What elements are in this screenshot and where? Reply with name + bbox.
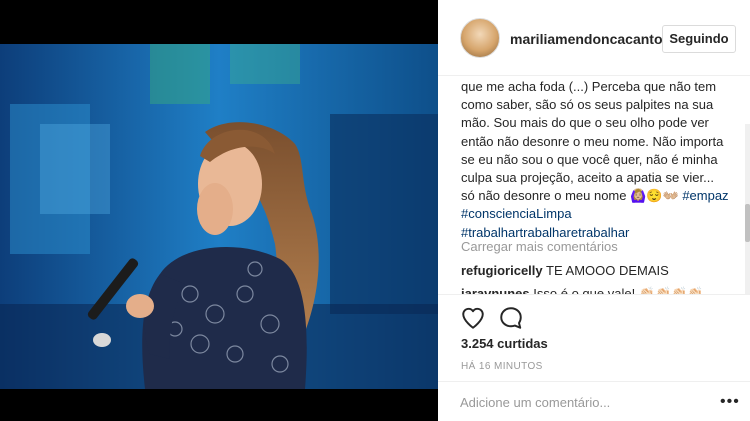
post-photo[interactable] <box>0 44 438 389</box>
post-details-panel: mariliamendoncacanto Seguindo que me ach… <box>438 0 750 421</box>
hashtag-trabalhar[interactable]: #trabalhartrabalharetrabalhar <box>461 225 629 240</box>
scrollbar-thumb[interactable] <box>745 204 750 242</box>
comment-text: Isso é o que vale! 👏🏻👏🏻👏🏻👏🏻 <box>533 286 704 294</box>
heart-icon[interactable] <box>460 305 486 331</box>
likes-count[interactable]: 3.254 curtidas <box>461 336 548 351</box>
avatar[interactable] <box>460 18 500 58</box>
photo-panel <box>0 0 438 421</box>
username[interactable]: mariliamendoncacanto <box>510 31 662 47</box>
post-actions <box>438 294 750 340</box>
comment-text: TE AMOOO DEMAIS <box>546 263 669 278</box>
add-comment-bar: ••• <box>438 381 750 421</box>
singer-photo-illustration <box>0 44 438 389</box>
hashtag-empaz[interactable]: #empaz <box>682 188 728 203</box>
caption-text: que me acha foda (...) Perceba que não t… <box>461 79 724 204</box>
comment-username[interactable]: refugioricelly <box>461 263 543 278</box>
following-button[interactable]: Seguindo <box>662 25 736 53</box>
comment-bubble-icon[interactable] <box>498 305 524 331</box>
comments-section: que me acha foda (...) Perceba que não t… <box>438 76 750 294</box>
post-timestamp: HÁ 16 MINUTOS <box>461 361 543 372</box>
caption-emoji: 🙆🏼‍♀️😌👐🏼 <box>630 188 679 204</box>
more-options-icon[interactable]: ••• <box>720 394 740 410</box>
comment-row: refugioricelly TE AMOOO DEMAIS <box>461 263 669 278</box>
post-header: mariliamendoncacanto Seguindo <box>438 0 750 76</box>
post-caption: que me acha foda (...) Perceba que não t… <box>461 78 729 242</box>
hashtag-conscienciaLimpa[interactable]: #conscienciaLimpa <box>461 206 572 221</box>
load-more-comments-link[interactable]: Carregar mais comentários <box>461 239 618 254</box>
comments-scrollbar[interactable] <box>745 124 750 294</box>
comment-input[interactable] <box>460 392 710 412</box>
comment-row: iaravnunes Isso é o que vale! 👏🏻👏🏻👏🏻👏🏻 <box>461 286 704 294</box>
comment-username[interactable]: iaravnunes <box>461 286 530 294</box>
